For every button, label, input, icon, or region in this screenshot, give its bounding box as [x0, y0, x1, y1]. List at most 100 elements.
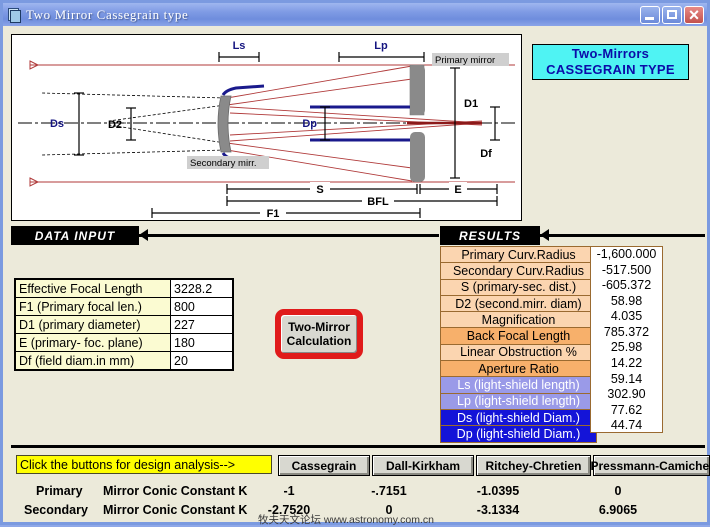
diagram-tag-primary-mirror: Primary mirror [435, 55, 495, 66]
result-row: D2 (second.mirr. diam) [441, 295, 597, 311]
input-row: E (primary- foc. plane)180 [15, 334, 233, 352]
result-value: 25.98 [591, 340, 662, 356]
diagram-label-d1: D1 [464, 98, 478, 110]
window-controls [640, 6, 704, 24]
result-row: Magnification [441, 312, 597, 328]
data-input-banner-arrow [139, 229, 148, 241]
application-window: Two Mirror Cassegrain type [0, 0, 710, 525]
result-row: Dp (light-shield Diam.) [441, 426, 597, 442]
input-field[interactable]: 180 [171, 334, 234, 352]
diagram-tag-secondary-mirror: Secondary mirr. [190, 158, 257, 169]
window-title: Two Mirror Cassegrain type [26, 7, 188, 23]
input-field[interactable]: 20 [171, 352, 234, 371]
result-label: Dp (light-shield Diam.) [441, 426, 597, 442]
type-header-line1: Two-Mirrors [572, 46, 649, 62]
result-label: Linear Obstruction % [441, 344, 597, 360]
result-row: Linear Obstruction % [441, 344, 597, 360]
primary-conic-value: -1.0395 [463, 484, 533, 498]
result-label: Back Focal Length [441, 328, 597, 344]
result-value: -605.372 [591, 278, 662, 294]
input-label: E (primary- foc. plane) [15, 334, 171, 352]
diagram-label-d2: D2 [108, 119, 122, 131]
type-header-box: Two-Mirrors CASSEGRAIN TYPE [532, 44, 689, 80]
result-label: S (primary-sec. dist.) [441, 279, 597, 295]
secondary-conic-value: 6.9065 [583, 503, 653, 517]
result-value: 4.035 [591, 309, 662, 325]
primary-conic-value: -.7151 [354, 484, 424, 498]
input-label: Df (field diam.in mm) [15, 352, 171, 371]
input-row: F1 (Primary focal len.)800 [15, 298, 233, 316]
input-row: Effective Focal Length3228.2 [15, 279, 233, 298]
data-input-table: Effective Focal Length3228.2F1 (Primary … [14, 278, 234, 371]
diagram-label-f1: F1 [267, 208, 280, 220]
primary-conic-value: 0 [583, 484, 653, 498]
bottom-divider [11, 445, 705, 448]
results-banner: RESULTS [440, 226, 540, 245]
result-label: Magnification [441, 312, 597, 328]
input-label: Effective Focal Length [15, 279, 171, 298]
results-banner-arrow [540, 229, 549, 241]
primary-row-label-a: Primary [36, 484, 83, 498]
input-field[interactable]: 3228.2 [171, 279, 234, 298]
data-input-banner: DATA INPUT [11, 226, 139, 245]
result-value: 14.22 [591, 356, 662, 372]
result-value: -517.500 [591, 263, 662, 279]
input-label: F1 (Primary focal len.) [15, 298, 171, 316]
result-label: Lp (light-shield length) [441, 393, 597, 409]
cassegrain-button[interactable]: Cassegrain [278, 455, 370, 476]
data-input-banner-rule [139, 234, 439, 237]
calc-button-line2: Calculation [287, 334, 352, 348]
result-row: Primary Curv.Radius [441, 247, 597, 263]
result-label: Secondary Curv.Radius [441, 263, 597, 279]
two-mirror-calculation-button[interactable]: Two-Mirror Calculation [275, 309, 363, 359]
minimize-button[interactable] [640, 6, 660, 24]
design-analysis-prompt: Click the buttons for design analysis--> [16, 455, 272, 474]
result-row: Secondary Curv.Radius [441, 263, 597, 279]
result-row: Aperture Ratio [441, 361, 597, 377]
calc-button-line1: Two-Mirror [288, 320, 350, 334]
diagram-label-s: S [316, 184, 323, 196]
results-label-table: Primary Curv.RadiusSecondary Curv.Radius… [440, 246, 597, 443]
type-header-line2: CASSEGRAIN TYPE [546, 62, 675, 78]
secondary-row-label-a: Secondary [24, 503, 88, 517]
input-field[interactable]: 800 [171, 298, 234, 316]
result-value: 785.372 [591, 325, 662, 341]
diagram-label-ds: Ds [50, 118, 64, 130]
input-row: Df (field diam.in mm)20 [15, 352, 233, 371]
result-value: 59.14 [591, 372, 662, 388]
results-value-column: -1,600.000-517.500-605.37258.984.035785.… [590, 246, 663, 433]
result-value: 44.74 [591, 418, 662, 434]
close-button[interactable] [684, 6, 704, 24]
secondary-row-label-b: Mirror Conic Constant K [103, 503, 247, 517]
input-label: D1 (primary diameter) [15, 316, 171, 334]
result-value: 77.62 [591, 403, 662, 419]
pressmann-camichel-button[interactable]: Pressmann-Camichel [593, 455, 710, 476]
diagram-label-bfl: BFL [367, 196, 389, 208]
ritchey-chretien-button[interactable]: Ritchey-Chretien [476, 455, 591, 476]
result-label: Primary Curv.Radius [441, 247, 597, 263]
result-row: Back Focal Length [441, 328, 597, 344]
diagram-label-df: Df [480, 148, 492, 160]
result-value: -1,600.000 [591, 247, 662, 263]
result-row: Lp (light-shield length) [441, 393, 597, 409]
result-row: Ls (light-shield length) [441, 377, 597, 393]
result-value: 302.90 [591, 387, 662, 403]
result-row: S (primary-sec. dist.) [441, 279, 597, 295]
optical-diagram: Ls Lp Ds D2 Dp D1 [12, 35, 521, 220]
input-row: D1 (primary diameter)227 [15, 316, 233, 334]
app-icon [6, 7, 21, 22]
dall-kirkham-button[interactable]: Dall-Kirkham [372, 455, 474, 476]
input-field[interactable]: 227 [171, 316, 234, 334]
title-bar: Two Mirror Cassegrain type [3, 3, 707, 26]
diagram-label-lp: Lp [374, 40, 388, 52]
optical-diagram-panel: Ls Lp Ds D2 Dp D1 [11, 34, 522, 221]
result-label: Ls (light-shield length) [441, 377, 597, 393]
diagram-label-e: E [454, 184, 461, 196]
results-banner-rule [540, 234, 705, 237]
result-label: Aperture Ratio [441, 361, 597, 377]
maximize-button[interactable] [662, 6, 682, 24]
result-row: Ds (light-shield Diam.) [441, 409, 597, 425]
diagram-label-ls: Ls [233, 40, 246, 52]
secondary-conic-value: -3.1334 [463, 503, 533, 517]
primary-row-label-b: Mirror Conic Constant K [103, 484, 247, 498]
